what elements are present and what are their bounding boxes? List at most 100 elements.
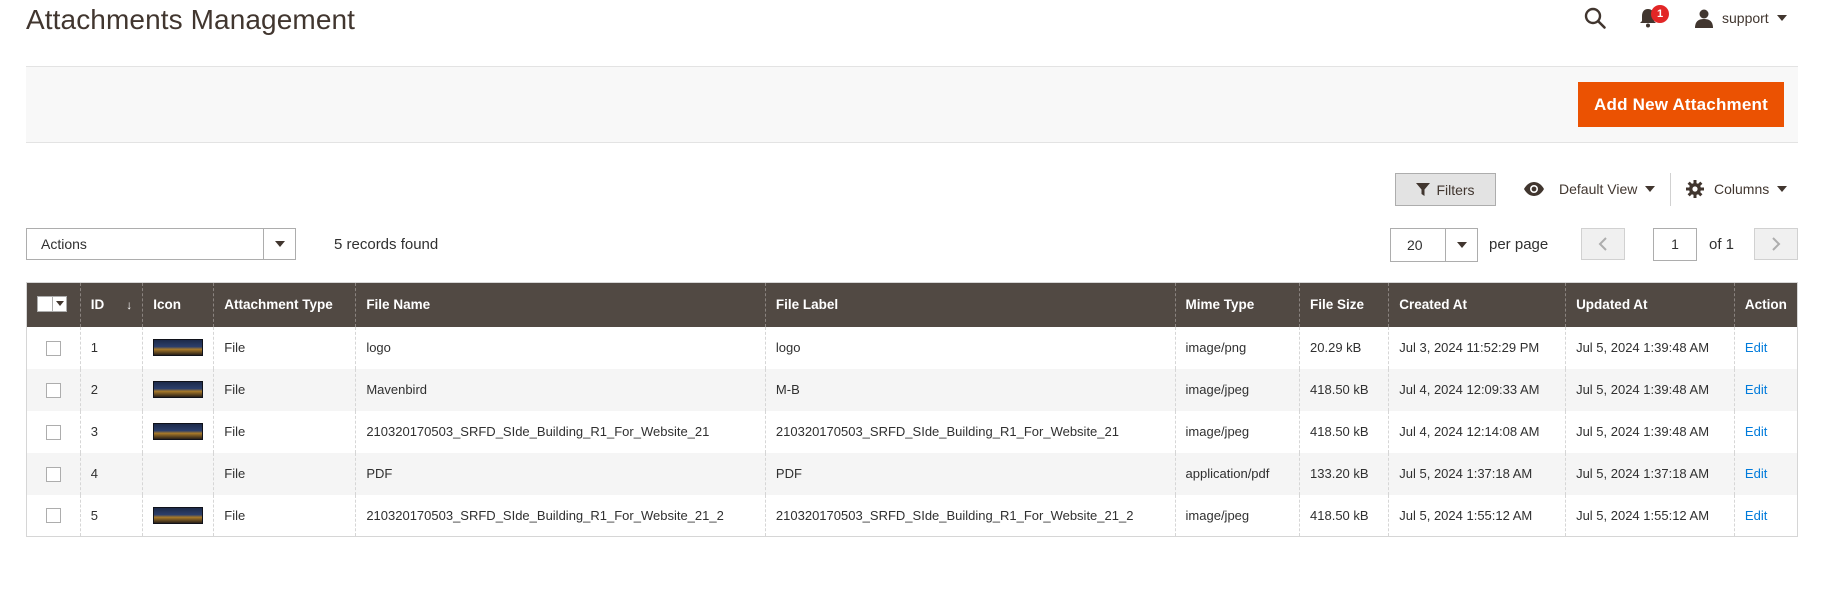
grid-header-row: ID ↓ Icon Attachment Type File Name File …: [26, 282, 1799, 327]
row-select-cell: [26, 410, 81, 453]
row-checkbox[interactable]: [45, 340, 61, 356]
row-select-cell: [26, 452, 81, 495]
search-icon[interactable]: [1583, 6, 1607, 30]
cell-file-label: M-B: [764, 368, 1176, 411]
per-page-dropdown-toggle[interactable]: [1445, 229, 1477, 261]
sort-arrow-icon: ↓: [126, 298, 133, 313]
row-select-cell: [26, 368, 81, 411]
chevron-down-icon: [1777, 186, 1788, 192]
user-menu[interactable]: support: [1694, 6, 1787, 30]
notification-badge[interactable]: 1: [1651, 5, 1669, 23]
add-new-attachment-button[interactable]: Add New Attachment: [1578, 82, 1784, 127]
per-page-label: per page: [1489, 236, 1549, 253]
gear-icon: [1686, 180, 1704, 198]
row-select-cell: [26, 494, 81, 537]
cell-file-size: 418.50 kB: [1299, 368, 1390, 411]
edit-link[interactable]: Edit: [1745, 508, 1767, 523]
chevron-down-icon: [1776, 15, 1787, 21]
cell-file-name: 210320170503_SRFD_SIde_Building_R1_For_W…: [355, 494, 766, 537]
user-icon: [1695, 9, 1713, 28]
column-header-updated-at[interactable]: Updated At: [1565, 282, 1735, 327]
column-header-id[interactable]: ID ↓: [79, 282, 144, 327]
cell-attachment-type: File: [213, 494, 357, 537]
cell-icon: [142, 494, 215, 537]
cell-created-at: Jul 3, 2024 11:52:29 PM: [1388, 326, 1567, 369]
cell-icon: [142, 452, 215, 495]
cell-action: Edit: [1733, 326, 1799, 369]
per-page-select[interactable]: 20: [1390, 228, 1478, 262]
cell-icon: [142, 326, 215, 369]
column-header-action: Action: [1733, 282, 1799, 327]
column-header-file-name[interactable]: File Name: [355, 282, 766, 327]
cell-id: 3: [79, 410, 144, 453]
table-row[interactable]: 2 File Mavenbird M-B image/jpeg 418.50 kB Jul …: [26, 368, 1799, 411]
cell-mime-type: image/png: [1174, 326, 1301, 369]
chevron-left-icon: [1598, 237, 1607, 251]
cell-id: 4: [79, 452, 144, 495]
next-page-button[interactable]: [1754, 228, 1798, 260]
column-header-mime-type[interactable]: Mime Type: [1174, 282, 1301, 327]
column-header-file-label[interactable]: File Label: [764, 282, 1176, 327]
row-checkbox[interactable]: [45, 424, 61, 440]
columns-label: Columns: [1714, 181, 1770, 197]
edit-link[interactable]: Edit: [1745, 466, 1767, 481]
chevron-right-icon: [1772, 237, 1781, 251]
cell-file-size: 133.20 kB: [1299, 452, 1390, 495]
actions-dropdown-toggle[interactable]: [263, 229, 295, 259]
edit-link[interactable]: Edit: [1745, 424, 1767, 439]
mass-actions-select[interactable]: Actions: [26, 228, 296, 260]
current-page-input[interactable]: 1: [1653, 228, 1697, 261]
cell-updated-at: Jul 5, 2024 1:39:48 AM: [1565, 368, 1735, 411]
edit-link[interactable]: Edit: [1745, 382, 1767, 397]
cell-icon: [142, 368, 215, 411]
cell-updated-at: Jul 5, 2024 1:37:18 AM: [1565, 452, 1735, 495]
column-header-created-at[interactable]: Created At: [1388, 282, 1567, 327]
table-row[interactable]: 4 File PDF PDF application/pdf 133.20 kB Jul 5…: [26, 452, 1799, 495]
cell-created-at: Jul 5, 2024 1:37:18 AM: [1388, 452, 1567, 495]
row-select-cell: [26, 326, 81, 369]
cell-action: Edit: [1733, 452, 1799, 495]
attachment-thumbnail: [153, 381, 204, 399]
cell-action: Edit: [1733, 368, 1799, 411]
row-checkbox[interactable]: [45, 508, 61, 524]
view-switcher[interactable]: Default View: [1523, 176, 1656, 202]
row-checkbox[interactable]: [45, 382, 61, 398]
cell-created-at: Jul 4, 2024 12:09:33 AM: [1388, 368, 1567, 411]
table-row[interactable]: 5 File 210320170503_SRFD_SIde_Building_R1_…: [26, 494, 1799, 537]
table-row[interactable]: 1 File logo logo image/png 20.29 kB Jul 3, 202…: [26, 326, 1799, 369]
cell-updated-at: Jul 5, 2024 1:39:48 AM: [1565, 410, 1735, 453]
column-header-icon: Icon: [142, 282, 215, 327]
filters-button[interactable]: Filters: [1395, 173, 1496, 206]
cell-file-size: 20.29 kB: [1299, 326, 1390, 369]
chevron-down-icon: [1456, 242, 1467, 248]
user-name: support: [1722, 10, 1769, 26]
table-row[interactable]: 3 File 210320170503_SRFD_SIde_Building_R1_…: [26, 410, 1799, 453]
cell-file-label: logo: [764, 326, 1176, 369]
cell-created-at: Jul 5, 2024 1:55:12 AM: [1388, 494, 1567, 537]
toolbar-divider: [1670, 173, 1671, 206]
columns-control[interactable]: Columns: [1686, 176, 1788, 202]
cell-action: Edit: [1733, 410, 1799, 453]
column-header-attachment-type[interactable]: Attachment Type: [213, 282, 357, 327]
cell-file-size: 418.50 kB: [1299, 410, 1390, 453]
chevron-down-icon: [55, 301, 64, 307]
mass-select-checkbox[interactable]: [37, 295, 67, 312]
previous-page-button[interactable]: [1581, 228, 1625, 260]
edit-link[interactable]: Edit: [1745, 340, 1767, 355]
cell-updated-at: Jul 5, 2024 1:39:48 AM: [1565, 326, 1735, 369]
cell-mime-type: image/jpeg: [1174, 368, 1301, 411]
cell-file-name: logo: [355, 326, 766, 369]
cell-created-at: Jul 4, 2024 12:14:08 AM: [1388, 410, 1567, 453]
mass-select-header[interactable]: [26, 282, 81, 327]
row-checkbox[interactable]: [45, 466, 61, 482]
grid-body: 1 File logo logo image/png 20.29 kB Jul 3, 202…: [26, 326, 1799, 537]
cell-file-label: 210320170503_SRFD_SIde_Building_R1_For_W…: [764, 494, 1176, 537]
attachment-thumbnail: [153, 339, 204, 357]
eye-icon: [1524, 182, 1544, 196]
attachment-thumbnail: [153, 506, 204, 524]
attachments-grid: ID ↓ Icon Attachment Type File Name File …: [26, 282, 1799, 537]
filters-label: Filters: [1436, 181, 1475, 198]
cell-mime-type: image/jpeg: [1174, 494, 1301, 537]
cell-file-label: 210320170503_SRFD_SIde_Building_R1_For_W…: [764, 410, 1176, 453]
column-header-file-size[interactable]: File Size: [1299, 282, 1390, 327]
